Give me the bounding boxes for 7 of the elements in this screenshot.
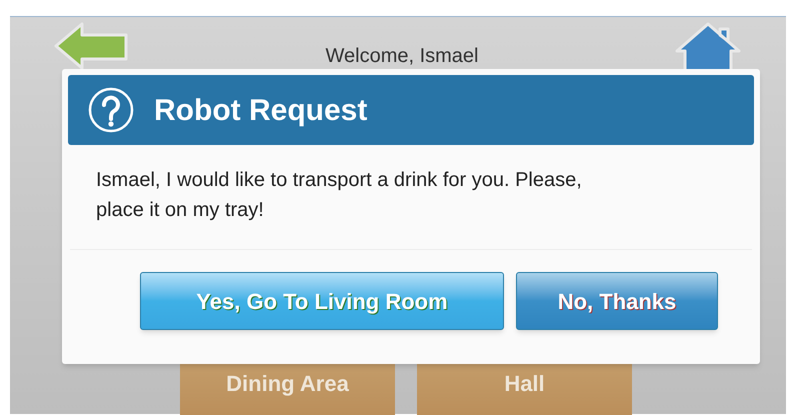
dialog-message: Ismael, I would like to transport a drink for you. Please, place it on my tray!: [95, 168, 583, 223]
help-icon: [88, 87, 134, 133]
welcome-title: Welcome, Ismael: [325, 44, 478, 69]
dialog-button[interactable]: No, Thanks: [516, 272, 718, 330]
back-arrow-icon[interactable]: [54, 21, 130, 71]
dialog-title: Robot Request: [154, 92, 368, 128]
dialog-button[interactable]: Yes, Go To Living Room: [140, 272, 504, 330]
